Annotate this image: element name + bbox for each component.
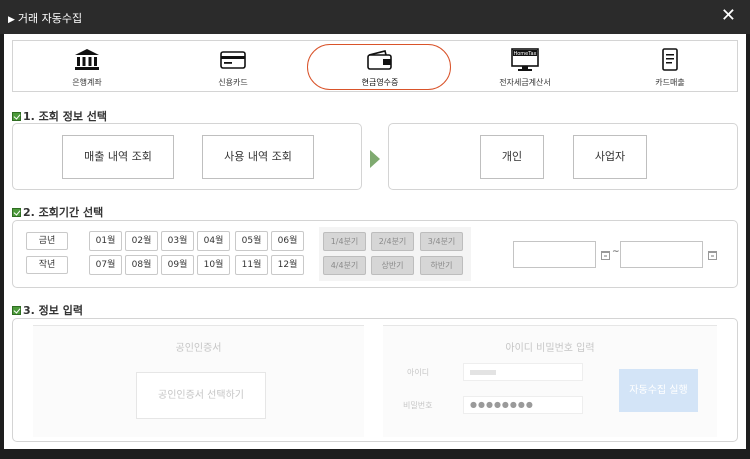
month-button[interactable]: 07월 <box>89 255 122 275</box>
login-title: 아이디 비밀번호 입력 <box>505 343 595 354</box>
close-button[interactable]: ✕ <box>721 7 736 25</box>
tab-bank-account[interactable]: 은행계좌 <box>17 41 157 91</box>
end-date-input[interactable] <box>620 241 703 268</box>
section2-title-text: 2. 조회기간 선택 <box>23 206 104 219</box>
month-button[interactable]: 09월 <box>161 255 194 275</box>
window-title: ▶ 거래 자동수집 <box>8 10 82 26</box>
calendar-icon[interactable] <box>708 251 717 260</box>
id-label: 아이디 <box>407 368 430 377</box>
month-button[interactable]: 03월 <box>161 231 194 251</box>
section1-title-text: 1. 조회 정보 선택 <box>23 110 108 123</box>
check-icon <box>12 208 21 217</box>
month-button[interactable]: 05월 <box>235 231 268 251</box>
tab-credit-card[interactable]: 신용카드 <box>163 41 303 91</box>
month-button[interactable]: 10월 <box>197 255 230 275</box>
date-range-separator: ~ <box>612 247 620 257</box>
credit-card-icon <box>220 51 246 69</box>
window-titlebar: ▶ 거래 자동수집 ✕ <box>0 0 750 34</box>
run-auto-collect-button[interactable]: 자동수집 실행 <box>619 369 698 412</box>
month-button[interactable]: 01월 <box>89 231 122 251</box>
tab-label: 신용카드 <box>218 78 248 87</box>
section3-title-text: 3. 정보 입력 <box>23 304 83 317</box>
month-button[interactable]: 04월 <box>197 231 230 251</box>
quarter-button[interactable]: 3/4분기 <box>420 232 463 251</box>
select-certificate-button[interactable]: 공인인증서 선택하기 <box>136 372 266 419</box>
user-type-box: 개인 사업자 <box>388 123 738 190</box>
individual-button[interactable]: 개인 <box>480 135 544 179</box>
quarter-button[interactable]: 하반기 <box>420 256 463 275</box>
document-icon <box>662 48 678 71</box>
arrow-right-icon <box>370 150 380 168</box>
certificate-panel: 공인인증서 공인인증서 선택하기 <box>33 325 364 437</box>
business-button[interactable]: 사업자 <box>573 135 647 179</box>
section1-title: 1. 조회 정보 선택 <box>12 108 107 124</box>
month-button[interactable]: 06월 <box>271 231 304 251</box>
bank-icon <box>75 49 99 70</box>
info-input-box: 공인인증서 공인인증서 선택하기 아이디 비밀번호 입력 아이디 비밀번호 ●●… <box>12 318 738 442</box>
quarter-button[interactable]: 1/4분기 <box>323 232 366 251</box>
quarter-button[interactable]: 4/4분기 <box>323 256 366 275</box>
tab-label: 은행계좌 <box>72 78 102 87</box>
sales-history-button[interactable]: 매출 내역 조회 <box>62 135 174 179</box>
password-input[interactable]: ●●●●●●●● <box>463 396 583 414</box>
quarter-button[interactable]: 상반기 <box>371 256 414 275</box>
usage-history-button[interactable]: 사용 내역 조회 <box>202 135 314 179</box>
section3-title: 3. 정보 입력 <box>12 302 83 318</box>
certificate-title: 공인인증서 <box>175 343 222 354</box>
check-icon <box>12 306 21 315</box>
this-year-button[interactable]: 금년 <box>26 232 68 250</box>
calendar-icon[interactable] <box>601 251 610 260</box>
hometax-text: HomeTax <box>513 51 536 57</box>
tab-card-sales[interactable]: 카드매출 <box>600 41 740 91</box>
month-button[interactable]: 02월 <box>125 231 158 251</box>
start-date-input[interactable] <box>513 241 596 268</box>
login-panel: 아이디 비밀번호 입력 아이디 비밀번호 ●●●●●●●● 자동수집 실행 <box>383 325 717 437</box>
quarter-group: 1/4분기 2/4분기 3/4분기 4/4분기 상반기 하반기 <box>319 227 471 281</box>
tab-e-tax-invoice[interactable]: HomeTax 전자세금계산서 <box>455 41 595 91</box>
check-icon <box>12 112 21 121</box>
tab-label: 현금영수증 <box>361 78 399 87</box>
tab-label: 전자세금계산서 <box>499 78 551 87</box>
query-type-box: 매출 내역 조회 사용 내역 조회 <box>12 123 362 190</box>
dialog-body: 은행계좌 신용카드 현금영수증 HomeTax 전자세금계산서 카드매출 1. … <box>4 34 746 449</box>
wallet-icon <box>367 50 392 70</box>
quarter-button[interactable]: 2/4분기 <box>371 232 414 251</box>
hometax-monitor-icon: HomeTax <box>511 48 539 71</box>
month-button[interactable]: 11월 <box>235 255 268 275</box>
source-tabbar: 은행계좌 신용카드 현금영수증 HomeTax 전자세금계산서 카드매출 <box>12 40 738 92</box>
id-input[interactable] <box>463 363 583 381</box>
id-value-redacted <box>470 370 496 375</box>
caret-icon: ▶ <box>8 15 15 25</box>
last-year-button[interactable]: 작년 <box>26 256 68 274</box>
window-title-text: 거래 자동수집 <box>17 12 83 25</box>
period-box: 금년 작년 01월 02월 03월 04월 05월 06월 07월 08월 09… <box>12 220 738 288</box>
month-button[interactable]: 08월 <box>125 255 158 275</box>
section2-title: 2. 조회기간 선택 <box>12 204 103 220</box>
tab-cash-receipt[interactable]: 현금영수증 <box>307 41 453 91</box>
month-button[interactable]: 12월 <box>271 255 304 275</box>
password-label: 비밀번호 <box>403 401 433 410</box>
tab-label: 카드매출 <box>655 78 685 87</box>
